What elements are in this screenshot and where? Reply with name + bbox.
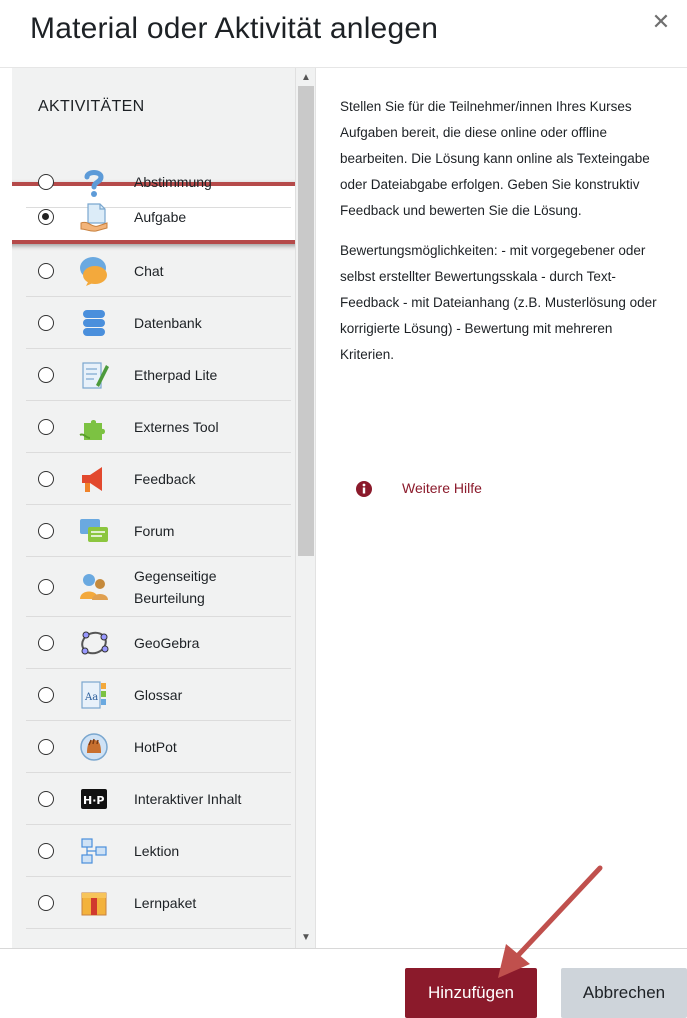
etherpad-icon xyxy=(82,361,109,389)
info-icon xyxy=(356,481,372,497)
options-list: AKTIVITÄTEN Abstimmung Aufgabe Chat Date… xyxy=(12,68,315,948)
radio-button-checked[interactable] xyxy=(38,209,54,225)
option-label: Externes Tool xyxy=(134,418,219,435)
cancel-button[interactable]: Abbrechen xyxy=(561,968,687,1018)
radio-button[interactable] xyxy=(38,634,54,651)
svg-text:H·P: H·P xyxy=(83,794,104,807)
option-label: Abstimmung xyxy=(134,173,212,190)
option-label: HotPot xyxy=(134,738,177,755)
options-scrollbar[interactable]: ▲ ▼ xyxy=(295,68,315,948)
more-help-label[interactable]: Weitere Hilfe xyxy=(402,480,482,496)
radio-button[interactable] xyxy=(38,738,54,755)
radio-button[interactable] xyxy=(38,522,54,539)
help-paragraph-intro: Stellen Sie für die Teilnehmer/innen Ihr… xyxy=(340,99,650,218)
megaphone-icon xyxy=(82,466,102,492)
h5p-icon: H·P xyxy=(81,788,107,809)
forum-icon xyxy=(80,518,108,542)
lesson-icon xyxy=(81,837,107,864)
hotpot-icon xyxy=(80,732,108,761)
option-label: Gegenseitige Beurteilung xyxy=(134,567,217,606)
option-etherpad[interactable]: Etherpad Lite xyxy=(26,349,291,401)
dialog-footer: Hinzufügen Abbrechen xyxy=(0,948,687,1018)
section-heading-activities: AKTIVITÄTEN xyxy=(38,98,145,115)
option-label: Forum xyxy=(134,522,175,539)
radio-button[interactable] xyxy=(38,842,54,859)
option-aufgabe[interactable]: Aufgabe xyxy=(26,191,291,243)
option-datenbank[interactable]: Datenbank xyxy=(26,297,291,349)
option-externes-tool[interactable]: Externes Tool xyxy=(26,401,291,453)
help-description: Stellen Sie für die Teilnehmer/innen Ihr… xyxy=(340,94,670,382)
option-lernpaket[interactable]: Lernpaket xyxy=(26,877,291,929)
option-label: Interaktiver Inhalt xyxy=(134,790,242,807)
assignment-icon xyxy=(80,203,108,232)
option-hotpot[interactable]: HotPot xyxy=(26,721,291,773)
chat-icon xyxy=(80,256,107,286)
puzzle-icon xyxy=(79,419,105,440)
option-interaktiver-inhalt[interactable]: H·P Interaktiver Inhalt xyxy=(26,773,291,825)
radio-button[interactable] xyxy=(38,470,54,487)
database-icon xyxy=(83,309,105,336)
radio-button[interactable] xyxy=(38,686,54,703)
peer-review-icon xyxy=(80,573,108,600)
scroll-down-arrow-icon[interactable]: ▼ xyxy=(296,930,315,946)
add-button[interactable]: Hinzufügen xyxy=(405,968,537,1018)
option-label: Etherpad Lite xyxy=(134,366,218,383)
option-label: Feedback xyxy=(134,470,196,487)
option-label: Glossar xyxy=(134,686,183,703)
radio-button[interactable] xyxy=(38,790,54,807)
glossary-icon: Aa xyxy=(81,680,106,709)
radio-button[interactable] xyxy=(38,314,54,331)
dialog-title: Material oder Aktivität anlegen xyxy=(30,12,439,45)
geogebra-icon xyxy=(81,631,109,654)
option-label: Lernpaket xyxy=(134,894,197,911)
scroll-thumb[interactable] xyxy=(298,86,314,556)
help-paragraph-grading: Bewertungsmöglichkeiten: - mit vorgegebe… xyxy=(340,243,657,362)
option-lektion[interactable]: Lektion xyxy=(26,825,291,877)
radio-button[interactable] xyxy=(38,262,54,279)
radio-button[interactable] xyxy=(38,418,54,435)
scroll-up-arrow-icon[interactable]: ▲ xyxy=(296,70,315,86)
dialog-header: Material oder Aktivität anlegen ✕ xyxy=(0,0,687,68)
option-geogebra[interactable]: GeoGebra xyxy=(26,617,291,669)
radio-button[interactable] xyxy=(38,173,54,190)
help-pane: Stellen Sie für die Teilnehmer/innen Ihr… xyxy=(315,68,687,948)
option-label: GeoGebra xyxy=(134,634,200,651)
option-label: Aufgabe xyxy=(134,209,187,225)
option-chat[interactable]: Chat xyxy=(26,245,291,297)
option-label: Datenbank xyxy=(134,314,202,331)
activity-chooser-dialog: Material oder Aktivität anlegen ✕ AKTIVI… xyxy=(0,0,687,1018)
option-feedback[interactable]: Feedback xyxy=(26,453,291,505)
option-label: Lektion xyxy=(134,842,180,859)
radio-button[interactable] xyxy=(38,894,54,911)
radio-button[interactable] xyxy=(38,578,54,595)
chooser-body: AKTIVITÄTEN Abstimmung Aufgabe Chat Date… xyxy=(12,68,687,948)
option-label: Chat xyxy=(134,262,164,279)
option-forum[interactable]: Forum xyxy=(26,505,291,557)
option-glossar[interactable]: Aa Glossar xyxy=(26,669,291,721)
close-icon[interactable]: ✕ xyxy=(649,10,673,34)
package-icon xyxy=(81,892,107,915)
radio-button[interactable] xyxy=(38,366,54,383)
option-gegenseitige-beurteilung[interactable]: Gegenseitige Beurteilung xyxy=(26,557,291,617)
svg-text:Aa: Aa xyxy=(84,692,98,703)
